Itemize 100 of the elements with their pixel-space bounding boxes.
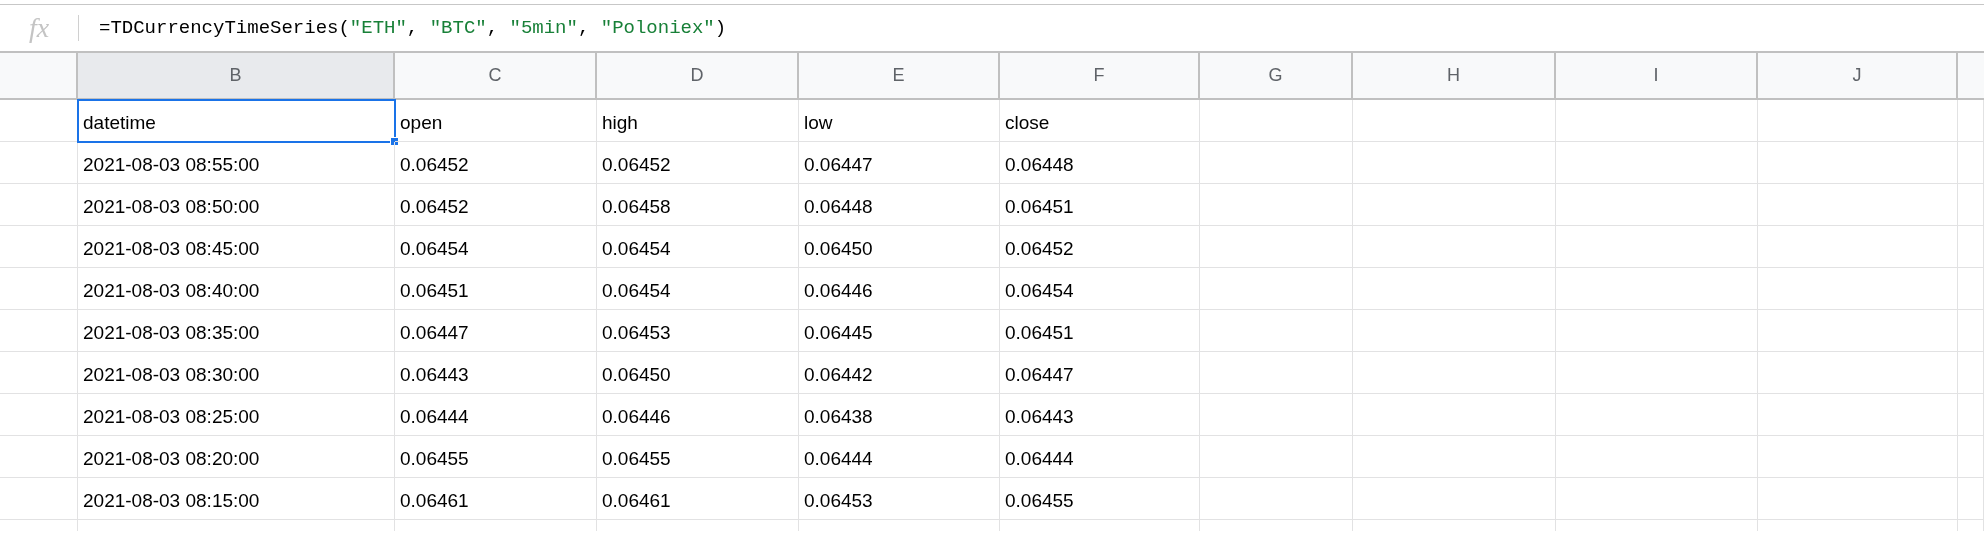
- table-cell[interactable]: 0.06458: [597, 184, 799, 226]
- table-cell[interactable]: 0.06452: [395, 142, 597, 184]
- empty-cell[interactable]: [1353, 394, 1556, 436]
- empty-cell[interactable]: [1200, 226, 1353, 268]
- empty-cell[interactable]: [1758, 436, 1958, 478]
- header-cell[interactable]: high: [597, 100, 799, 142]
- empty-cell[interactable]: [1556, 226, 1758, 268]
- empty-cell[interactable]: [1958, 226, 1984, 268]
- empty-cell[interactable]: [1353, 100, 1556, 142]
- row-header[interactable]: [0, 268, 78, 310]
- table-cell[interactable]: 0.06454: [597, 268, 799, 310]
- table-cell[interactable]: 0.06446: [799, 268, 1000, 310]
- empty-cell[interactable]: [1758, 352, 1958, 394]
- table-cell[interactable]: 0.06443: [395, 352, 597, 394]
- empty-cell[interactable]: [1353, 226, 1556, 268]
- empty-cell[interactable]: [1200, 184, 1353, 226]
- table-cell[interactable]: 2021-08-03 08:50:00: [78, 184, 395, 226]
- table-cell[interactable]: 0.06448: [799, 184, 1000, 226]
- table-cell[interactable]: 0.06455: [1000, 478, 1200, 520]
- row-header[interactable]: [0, 436, 78, 478]
- table-cell[interactable]: 0.06447: [395, 310, 597, 352]
- empty-cell[interactable]: [1758, 394, 1958, 436]
- table-cell[interactable]: 0.06454: [1000, 268, 1200, 310]
- empty-cell[interactable]: [1958, 310, 1984, 352]
- table-cell[interactable]: 0.06442: [799, 352, 1000, 394]
- empty-cell[interactable]: [1958, 184, 1984, 226]
- table-cell[interactable]: 0.06444: [799, 436, 1000, 478]
- empty-cell[interactable]: [1353, 310, 1556, 352]
- fill-handle[interactable]: [390, 137, 399, 146]
- empty-cell[interactable]: [1556, 394, 1758, 436]
- table-cell[interactable]: 0.06452: [1000, 226, 1200, 268]
- table-cell[interactable]: 0.06452: [597, 142, 799, 184]
- table-cell[interactable]: 0.06447: [1000, 352, 1200, 394]
- empty-cell[interactable]: [1556, 268, 1758, 310]
- empty-cell[interactable]: [1556, 142, 1758, 184]
- empty-cell[interactable]: [1353, 268, 1556, 310]
- empty-cell[interactable]: [1200, 100, 1353, 142]
- table-cell[interactable]: 0.06451: [1000, 184, 1200, 226]
- empty-cell[interactable]: [1958, 100, 1984, 142]
- empty-cell[interactable]: [1958, 268, 1984, 310]
- table-cell[interactable]: 0.06444: [1000, 436, 1200, 478]
- empty-cell[interactable]: [1353, 142, 1556, 184]
- empty-cell[interactable]: [1758, 310, 1958, 352]
- empty-cell[interactable]: [1758, 142, 1958, 184]
- table-cell[interactable]: 0.06450: [597, 352, 799, 394]
- row-header[interactable]: [0, 310, 78, 352]
- row-header[interactable]: [0, 226, 78, 268]
- empty-cell[interactable]: [1556, 310, 1758, 352]
- row-header[interactable]: [0, 352, 78, 394]
- table-cell[interactable]: 0.06461: [597, 478, 799, 520]
- table-cell[interactable]: 0.06455: [395, 436, 597, 478]
- table-cell[interactable]: 0.06461: [395, 478, 597, 520]
- table-cell[interactable]: 0.06453: [799, 478, 1000, 520]
- empty-cell[interactable]: [1758, 268, 1958, 310]
- table-cell[interactable]: 0.06452: [395, 184, 597, 226]
- table-cell[interactable]: 2021-08-03 08:25:00: [78, 394, 395, 436]
- empty-cell[interactable]: [1958, 478, 1984, 520]
- header-cell[interactable]: datetime: [78, 100, 395, 142]
- empty-cell[interactable]: [1556, 478, 1758, 520]
- row-header[interactable]: [0, 478, 78, 520]
- table-cell[interactable]: 0.06448: [1000, 142, 1200, 184]
- empty-cell[interactable]: [1556, 100, 1758, 142]
- empty-cell[interactable]: [1958, 352, 1984, 394]
- header-cell[interactable]: close: [1000, 100, 1200, 142]
- table-cell[interactable]: 0.06444: [395, 394, 597, 436]
- table-cell[interactable]: 2021-08-03 08:55:00: [78, 142, 395, 184]
- table-cell[interactable]: 0.06447: [799, 142, 1000, 184]
- table-cell[interactable]: 0.06451: [395, 268, 597, 310]
- empty-cell[interactable]: [1556, 436, 1758, 478]
- empty-cell[interactable]: [1758, 226, 1958, 268]
- empty-cell[interactable]: [1958, 436, 1984, 478]
- empty-cell[interactable]: [1200, 352, 1353, 394]
- table-cell[interactable]: 0.06455: [597, 436, 799, 478]
- empty-cell[interactable]: [1958, 142, 1984, 184]
- table-cell[interactable]: 2021-08-03 08:35:00: [78, 310, 395, 352]
- table-cell[interactable]: 0.06446: [597, 394, 799, 436]
- row-header[interactable]: [0, 142, 78, 184]
- table-cell[interactable]: 0.06451: [1000, 310, 1200, 352]
- empty-cell[interactable]: [1758, 184, 1958, 226]
- empty-cell[interactable]: [1758, 478, 1958, 520]
- table-cell[interactable]: 2021-08-03 08:15:00: [78, 478, 395, 520]
- row-header[interactable]: [0, 184, 78, 226]
- table-cell[interactable]: 2021-08-03 08:40:00: [78, 268, 395, 310]
- table-cell[interactable]: 0.06445: [799, 310, 1000, 352]
- empty-cell[interactable]: [1200, 268, 1353, 310]
- table-cell[interactable]: 2021-08-03 08:45:00: [78, 226, 395, 268]
- table-cell[interactable]: 2021-08-03 08:30:00: [78, 352, 395, 394]
- empty-cell[interactable]: [1200, 394, 1353, 436]
- table-cell[interactable]: 0.06450: [799, 226, 1000, 268]
- empty-cell[interactable]: [1353, 184, 1556, 226]
- empty-cell[interactable]: [1200, 310, 1353, 352]
- empty-cell[interactable]: [1758, 100, 1958, 142]
- header-cell[interactable]: low: [799, 100, 1000, 142]
- header-cell[interactable]: open: [395, 100, 597, 142]
- empty-cell[interactable]: [1958, 394, 1984, 436]
- table-cell[interactable]: 0.06453: [597, 310, 799, 352]
- table-cell[interactable]: 0.06454: [395, 226, 597, 268]
- row-header[interactable]: [0, 394, 78, 436]
- empty-cell[interactable]: [1556, 184, 1758, 226]
- table-cell[interactable]: 0.06438: [799, 394, 1000, 436]
